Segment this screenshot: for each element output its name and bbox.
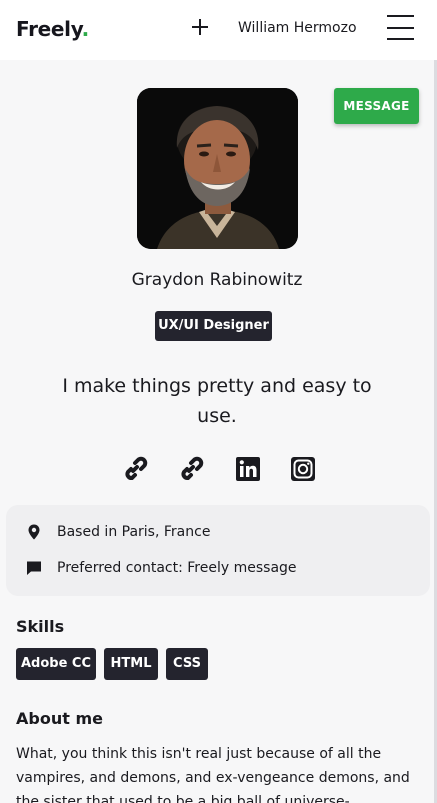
freely-logo[interactable]: Freely. [16, 17, 89, 41]
current-user-name[interactable]: William Hermozo [238, 20, 357, 36]
instagram-icon[interactable] [290, 456, 316, 482]
skills-heading: Skills [16, 617, 65, 636]
skill-badge: Adobe CC [16, 648, 96, 680]
skill-badge: CSS [166, 648, 208, 680]
logo-text: Freely [16, 17, 82, 41]
link-icon[interactable] [178, 456, 204, 482]
top-bar: Freely. William Hermozo [0, 0, 437, 60]
add-icon[interactable] [189, 16, 211, 38]
map-pin-icon [26, 524, 42, 540]
linkedin-icon[interactable] [235, 456, 261, 482]
about-heading: About me [16, 709, 103, 728]
profile-tagline: I make things pretty and easy to use. [62, 375, 372, 427]
link-icon[interactable] [122, 456, 148, 482]
message-button[interactable]: MESSAGE [334, 88, 419, 124]
profile-name: Graydon Rabinowitz [131, 270, 303, 290]
avatar [137, 88, 298, 249]
avatar-photo [137, 88, 298, 249]
logo-dot: . [81, 17, 90, 41]
role-badge: UX/UI Designer [155, 311, 272, 341]
location-text: Based in Paris, France [57, 524, 211, 540]
contact-text: Preferred contact: Freely message [57, 560, 297, 576]
skill-badge: HTML [104, 648, 158, 680]
hamburger-menu-icon[interactable] [387, 14, 415, 40]
about-text: What, you think this isn't real just bec… [16, 746, 410, 803]
chat-icon [26, 560, 42, 576]
profile-info-card [6, 505, 430, 596]
